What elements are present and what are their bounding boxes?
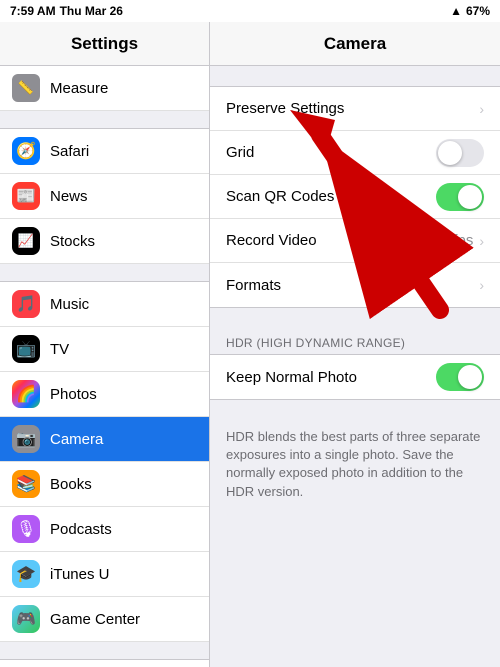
itunesu-icon: 🎓 — [12, 560, 40, 588]
sidebar-item-books[interactable]: 📚 Books — [0, 462, 209, 507]
stocks-icon: 📈 — [12, 227, 40, 255]
news-icon: 📰 — [12, 182, 40, 210]
sidebar-item-label: Photos — [50, 386, 197, 403]
sidebar-item-news[interactable]: 📰 News — [0, 174, 209, 219]
sidebar-item-tv[interactable]: 📺 TV — [0, 327, 209, 372]
sidebar-item-tvprovider[interactable]: S TV Provider RCN — [0, 660, 209, 667]
chevron-icon: › — [479, 277, 484, 293]
date: Thu Mar 26 — [60, 4, 123, 18]
sidebar-item-photos[interactable]: 🌈 Photos — [0, 372, 209, 417]
status-bar-left: 7:59 AM Thu Mar 26 — [10, 4, 123, 18]
music-icon: 🎵 — [12, 290, 40, 318]
safari-icon: 🧭 — [12, 137, 40, 165]
grid-toggle[interactable] — [436, 139, 484, 167]
settings-group-2: Keep Normal Photo — [210, 354, 500, 400]
camera-icon: 📷 — [12, 425, 40, 453]
preserve-settings-label: Preserve Settings — [226, 100, 479, 117]
measure-icon: 📏 — [12, 74, 40, 102]
sidebar-separator-1 — [0, 111, 209, 129]
settings-row-keep-normal[interactable]: Keep Normal Photo — [210, 355, 500, 399]
sidebar-item-stocks[interactable]: 📈 Stocks — [0, 219, 209, 264]
chevron-icon: › — [479, 101, 484, 117]
scan-qr-toggle[interactable] — [436, 183, 484, 211]
wifi-icon: ▲ — [450, 4, 462, 18]
sidebar-item-itunesu[interactable]: 🎓 iTunes U — [0, 552, 209, 597]
toggle-knob — [458, 185, 482, 209]
sidebar-item-gamecenter[interactable]: 🎮 Game Center — [0, 597, 209, 642]
hdr-description: HDR blends the best parts of three separ… — [210, 420, 500, 513]
sidebar-item-safari[interactable]: 🧭 Safari — [0, 129, 209, 174]
gamecenter-icon: 🎮 — [12, 605, 40, 633]
settings-row-preserve[interactable]: Preserve Settings › — [210, 87, 500, 131]
keep-normal-toggle[interactable] — [436, 363, 484, 391]
sidebar-item-label: Stocks — [50, 233, 197, 250]
chevron-icon: › — [479, 233, 484, 249]
sidebar-list: 📏 Measure 🧭 Safari 📰 News 📈 Stocks — [0, 66, 209, 667]
sidebar-item-label: iTunes U — [50, 566, 197, 583]
status-bar: 7:59 AM Thu Mar 26 ▲ 67% — [0, 0, 500, 22]
battery-icon: 67% — [466, 4, 490, 18]
hdr-section-header: HDR (HIGH DYNAMIC RANGE) — [210, 328, 500, 354]
settings-row-grid[interactable]: Grid — [210, 131, 500, 175]
sidebar-item-label: News — [50, 188, 197, 205]
sidebar-item-label: Camera — [50, 431, 197, 448]
sidebar-item-label: Measure — [50, 80, 197, 97]
grid-label: Grid — [226, 144, 436, 161]
sidebar-item-label: Safari — [50, 143, 197, 160]
sidebar-separator-2 — [0, 264, 209, 282]
sidebar-item-camera[interactable]: 📷 Camera — [0, 417, 209, 462]
sidebar-item-podcasts[interactable]: 🎙 Podcasts — [0, 507, 209, 552]
settings-group-1: Preserve Settings › Grid Scan QR Codes — [210, 86, 500, 308]
settings-content: Preserve Settings › Grid Scan QR Codes — [210, 66, 500, 667]
settings-row-record-video[interactable]: Record Video 1080p at 30 fps › — [210, 219, 500, 263]
sidebar-item-label: TV — [50, 341, 197, 358]
record-video-value: 1080p at 30 fps — [370, 232, 473, 249]
main-content: Camera Preserve Settings › Grid Scan QR … — [210, 22, 500, 667]
sidebar-section-system: 📏 Measure 🧭 Safari 📰 News 📈 Stocks — [0, 66, 209, 667]
record-video-label: Record Video — [226, 232, 370, 249]
sidebar-item-label: Books — [50, 476, 197, 493]
sidebar-item-music[interactable]: 🎵 Music — [0, 282, 209, 327]
main-header: Camera — [210, 22, 500, 66]
keep-normal-label: Keep Normal Photo — [226, 369, 436, 386]
podcasts-icon: 🎙 — [12, 515, 40, 543]
app-container: Settings 📏 Measure 🧭 Safari 📰 News — [0, 22, 500, 667]
tv-icon: 📺 — [12, 335, 40, 363]
sidebar-item-label: Music — [50, 296, 197, 313]
formats-label: Formats — [226, 277, 479, 294]
settings-row-scan-qr[interactable]: Scan QR Codes — [210, 175, 500, 219]
settings-row-formats[interactable]: Formats › — [210, 263, 500, 307]
scan-qr-label: Scan QR Codes — [226, 188, 436, 205]
status-bar-right: ▲ 67% — [450, 4, 490, 18]
sidebar-item-label: Podcasts — [50, 521, 197, 538]
sidebar-separator-3 — [0, 642, 209, 660]
sidebar-item-label: Game Center — [50, 611, 197, 628]
photos-icon: 🌈 — [12, 380, 40, 408]
toggle-knob — [438, 141, 462, 165]
toggle-knob — [458, 365, 482, 389]
sidebar-item-measure[interactable]: 📏 Measure — [0, 66, 209, 111]
books-icon: 📚 — [12, 470, 40, 498]
sidebar-title: Settings — [0, 22, 209, 66]
time: 7:59 AM — [10, 4, 56, 18]
sidebar: Settings 📏 Measure 🧭 Safari 📰 News — [0, 22, 210, 667]
